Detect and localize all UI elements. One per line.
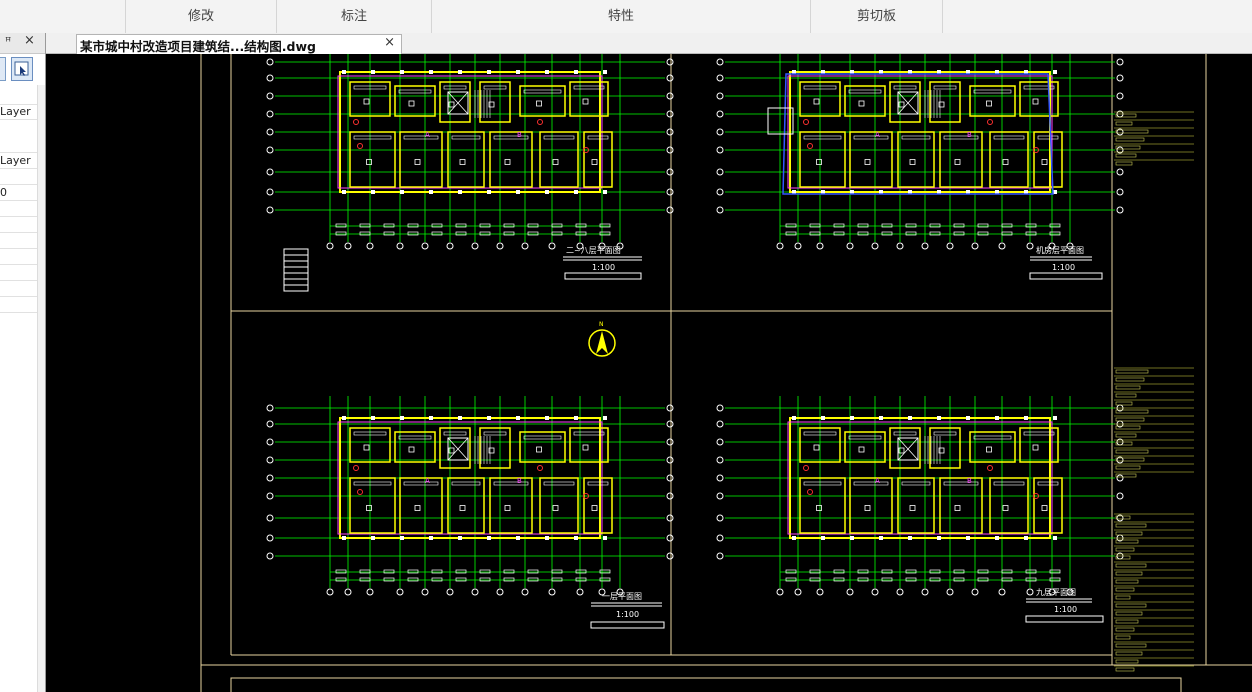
property-row[interactable] xyxy=(0,233,38,249)
property-row[interactable] xyxy=(0,249,38,265)
plan-scale-tr: 1:100 xyxy=(1052,263,1075,272)
svg-text:B: B xyxy=(967,131,972,139)
plan-title-bl: 一层平面图 xyxy=(602,592,642,601)
floor-plan-1: AB xyxy=(266,396,674,596)
select-objects-button[interactable] xyxy=(11,57,33,81)
floor-plan-9: AB xyxy=(716,396,1124,596)
plan-title-block-tl: 二~八层平面图 1:100 xyxy=(563,246,642,280)
plan-title-tr: 机房层平面图 xyxy=(1036,245,1084,255)
property-row[interactable] xyxy=(0,169,38,185)
plan-title-tl: 二~八层平面图 xyxy=(566,246,621,255)
plan-scale-bl: 1:100 xyxy=(616,610,639,619)
floor-plan-machine-room: AB xyxy=(716,54,1124,250)
select-objects-icon xyxy=(14,61,29,76)
floor-plan-2-8: AB xyxy=(266,54,674,250)
drawing-tab-title: 某市城中村改造项目建筑结...结构图.dwg xyxy=(80,39,316,54)
svg-text:A: A xyxy=(425,477,430,485)
svg-text:A: A xyxy=(875,477,880,485)
property-row[interactable] xyxy=(0,265,38,281)
ribbon-panel-bar: 修改 标注 特性 剪切板 xyxy=(0,0,1252,34)
property-row[interactable]: 0 xyxy=(0,185,38,201)
property-row[interactable] xyxy=(0,217,38,233)
svg-text:A: A xyxy=(425,131,430,139)
svg-text:B: B xyxy=(967,477,972,485)
north-label: N xyxy=(599,321,604,328)
property-row[interactable] xyxy=(0,297,38,313)
property-row[interactable]: Layer xyxy=(0,153,38,169)
north-arrow: N xyxy=(588,321,616,357)
palette-header: ꟸ × xyxy=(0,33,45,54)
svg-text:A: A xyxy=(875,131,880,139)
palette-scrollbar[interactable] xyxy=(37,85,45,692)
drawing-canvas[interactable]: AB AB AB AB 二~八层平面图 1:100 机房层平面图 1:100 一… xyxy=(46,54,1252,692)
svg-text:B: B xyxy=(517,477,522,485)
ribbon-section-properties[interactable]: 特性 xyxy=(432,0,811,33)
ribbon-section-modify[interactable]: 修改 xyxy=(126,0,277,33)
plan-title-block-bl: 一层平面图 1:100 xyxy=(590,592,665,629)
plan-scale-br: 1:100 xyxy=(1054,605,1077,614)
properties-palette: ꟸ × Layer Layer 0 xyxy=(0,33,46,692)
ribbon-section-annotate[interactable]: 标注 xyxy=(277,0,432,33)
plan-title-block-tr: 机房层平面图 1:100 xyxy=(1029,245,1103,280)
property-row[interactable]: Layer xyxy=(0,104,38,120)
close-tab-icon[interactable]: × xyxy=(384,35,395,50)
property-row[interactable] xyxy=(0,137,38,153)
ribbon-section-clipboard[interactable]: 剪切板 xyxy=(811,0,943,33)
toggle-pickadd-button[interactable] xyxy=(0,57,6,81)
pin-icon[interactable]: ꟸ xyxy=(5,35,11,48)
stair-legend xyxy=(283,248,309,292)
plan-title-br: 九层平面图 xyxy=(1036,588,1076,597)
property-row[interactable] xyxy=(0,89,38,105)
property-row[interactable] xyxy=(0,281,38,297)
drawing-tab[interactable]: 某市城中村改造项目建筑结...结构图.dwg × xyxy=(76,34,402,54)
close-icon[interactable]: × xyxy=(24,33,35,48)
plan-scale-tl: 1:100 xyxy=(592,263,615,272)
property-row[interactable] xyxy=(0,201,38,217)
plan-title-block-br: 九层平面图 1:100 xyxy=(1025,588,1104,623)
ribbon-section-blank xyxy=(0,0,126,33)
file-tab-bar: 某市城中村改造项目建筑结...结构图.dwg × xyxy=(46,33,1252,54)
svg-text:B: B xyxy=(517,131,522,139)
title-block-column xyxy=(1114,111,1194,672)
